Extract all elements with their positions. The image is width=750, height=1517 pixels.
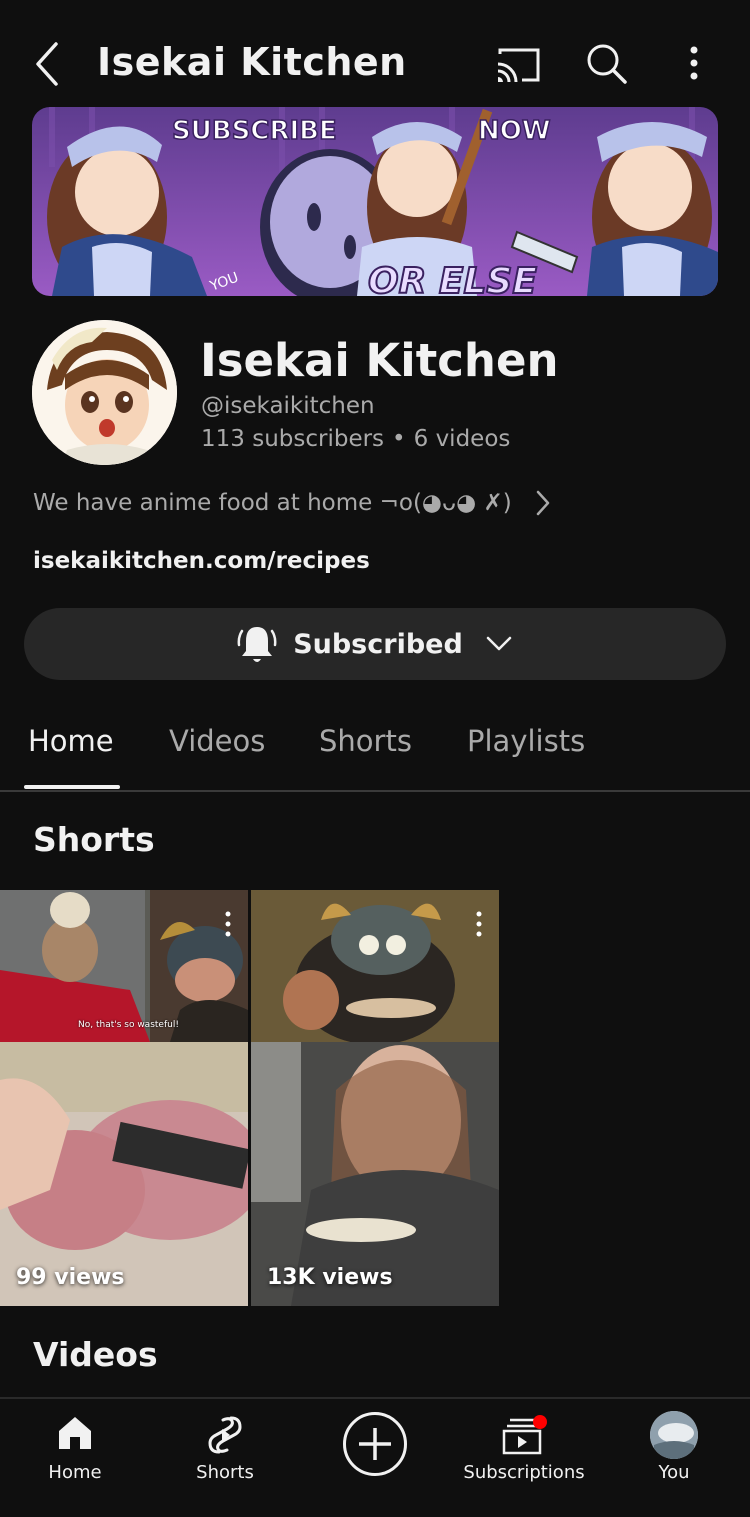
channel-avatar[interactable] <box>32 320 177 465</box>
tab-playlists[interactable]: Playlists <box>467 724 585 758</box>
more-vert-icon[interactable] <box>676 42 712 86</box>
nav-you-label: You <box>658 1462 690 1483</box>
channel-banner: SUBSCRIBE NOW OR ELSE YOU <box>32 107 718 296</box>
nav-shorts-label: Shorts <box>196 1462 254 1483</box>
subscribed-label: Subscribed <box>293 628 463 660</box>
channel-handle: @isekaikitchen <box>201 393 375 419</box>
top-app-bar: Isekai Kitchen <box>0 0 750 105</box>
banner-text-or-else: OR ELSE <box>368 261 537 296</box>
subscriptions-icon <box>502 1415 547 1455</box>
notification-dot <box>533 1415 547 1429</box>
bottom-navigation: Home Shorts Subscriptions You <box>0 1397 750 1517</box>
tab-videos[interactable]: Videos <box>169 724 265 758</box>
create-plus-icon <box>359 1428 391 1460</box>
videos-section-title: Videos <box>33 1335 158 1374</box>
page-title: Isekai Kitchen <box>97 40 407 84</box>
short-thumbnail[interactable]: 13K views <box>251 890 499 1306</box>
nav-home-label: Home <box>48 1462 102 1483</box>
tab-shorts[interactable]: Shorts <box>319 724 412 758</box>
shorts-section-title: Shorts <box>33 820 155 859</box>
channel-description-row[interactable]: We have anime food at home ¬o(◕ᴗ◕ ✗) <box>33 488 552 518</box>
channel-link[interactable]: isekaikitchen.com/recipes <box>33 548 370 574</box>
back-icon[interactable] <box>28 40 68 88</box>
channel-name: Isekai Kitchen <box>200 334 559 387</box>
short-view-count: 99 views <box>16 1265 125 1290</box>
channel-tabs: Home Videos Shorts Playlists <box>0 700 750 792</box>
short-caption: No, that's so wasteful! <box>78 1020 179 1030</box>
video-count: 6 videos <box>413 426 511 452</box>
home-icon <box>59 1417 91 1449</box>
nav-home[interactable]: Home <box>0 1399 150 1517</box>
banner-text-now: NOW <box>478 116 551 146</box>
nav-subscriptions[interactable]: Subscriptions <box>449 1399 599 1517</box>
tab-home[interactable]: Home <box>28 724 114 758</box>
search-icon[interactable] <box>584 42 630 86</box>
shorts-icon <box>208 1416 242 1454</box>
cast-icon[interactable] <box>494 44 542 84</box>
subscribed-button[interactable]: Subscribed <box>24 608 726 680</box>
nav-you[interactable]: You <box>599 1399 749 1517</box>
stats-separator: • <box>392 426 406 452</box>
create-button[interactable] <box>343 1412 407 1476</box>
channel-description: We have anime food at home ¬o(◕ᴗ◕ ✗) <box>33 490 512 516</box>
subscriber-count: 113 subscribers <box>201 426 385 452</box>
active-tab-indicator <box>24 785 120 789</box>
short-view-count: 13K views <box>267 1265 393 1290</box>
user-avatar <box>650 1411 698 1459</box>
more-vert-icon[interactable] <box>224 910 232 938</box>
more-vert-icon[interactable] <box>475 910 483 938</box>
channel-stats: 113 subscribers • 6 videos <box>201 426 510 452</box>
chevron-down-icon <box>486 636 512 651</box>
banner-text-subscribe: SUBSCRIBE <box>172 116 337 146</box>
chevron-right-icon <box>536 490 549 516</box>
bell-ringing-icon <box>237 627 277 662</box>
short-thumbnail[interactable]: No, that's so wasteful! 99 views <box>0 890 248 1306</box>
nav-shorts[interactable]: Shorts <box>150 1399 300 1517</box>
nav-subscriptions-label: Subscriptions <box>463 1462 585 1483</box>
